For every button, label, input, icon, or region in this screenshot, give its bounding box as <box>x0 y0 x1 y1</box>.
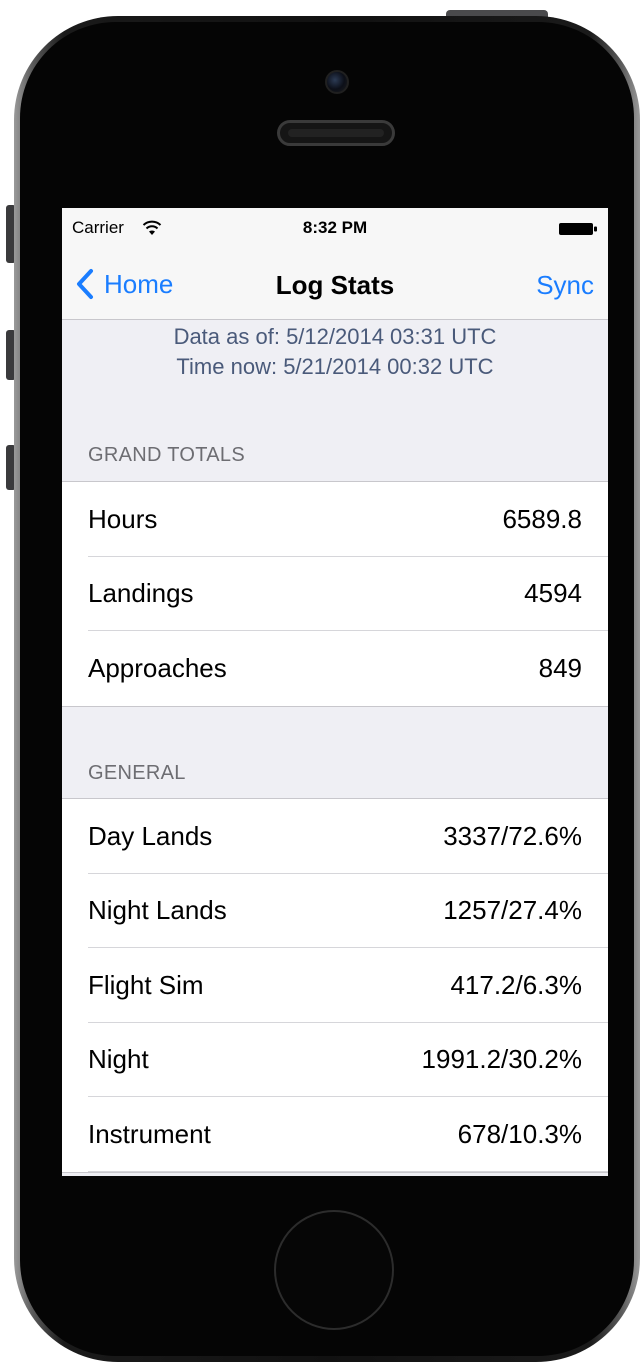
row-value: 1257/27.4% <box>443 895 582 926</box>
sync-button[interactable]: Sync <box>536 270 594 301</box>
grand-totals-group: Hours 6589.8 Landings 4594 Approaches 84… <box>62 481 608 707</box>
row-label: Night Lands <box>88 895 227 926</box>
table-row[interactable]: Flight Sim 417.2/6.3% <box>62 948 608 1023</box>
table-row[interactable]: Night Lands 1257/27.4% <box>62 874 608 949</box>
page-title: Log Stats <box>275 270 395 300</box>
row-label: Day Lands <box>88 820 213 851</box>
battery-icon <box>559 223 597 235</box>
earpiece-speaker <box>277 120 395 146</box>
front-camera <box>325 70 349 94</box>
row-value: 4594 <box>524 578 582 609</box>
data-timestamp-info: Data as of: 5/12/2014 03:31 UTC Time now… <box>62 322 608 382</box>
status-time: 8:32 PM <box>302 218 368 237</box>
row-value: 678/10.3% <box>457 1118 582 1149</box>
table-row[interactable]: Approaches 849 <box>62 631 608 706</box>
row-label: Landings <box>88 578 194 609</box>
row-label: Night <box>88 1044 149 1075</box>
table-row[interactable]: Landings 4594 <box>62 557 608 632</box>
row-label: Flight Sim <box>88 969 204 1000</box>
row-label: Instrument <box>88 1118 211 1149</box>
section-header-general: GENERAL <box>88 762 186 784</box>
row-value: 417.2/6.3% <box>450 969 582 1000</box>
row-value: 6589.8 <box>502 503 582 534</box>
data-as-of-text: Data as of: 5/12/2014 03:31 UTC <box>173 324 497 349</box>
home-button[interactable] <box>274 1210 394 1330</box>
table-row[interactable]: Instrument 678/10.3% <box>62 1097 608 1172</box>
general-group: Day Lands 3337/72.6% Night Lands 1257/27… <box>62 798 608 1173</box>
table-row[interactable]: Day Lands 3337/72.6% <box>62 799 608 874</box>
table-row[interactable]: Hours 6589.8 <box>62 482 608 557</box>
row-value: 1991.2/30.2% <box>421 1044 582 1075</box>
section-header-grand-totals: GRAND TOTALS <box>88 444 245 466</box>
table-row[interactable]: Night 1991.2/30.2% <box>62 1023 608 1098</box>
navigation-bar: Home Log Stats Sync <box>62 250 608 320</box>
row-value: 3337/72.6% <box>443 820 582 851</box>
status-bar: Carrier 8:32 PM <box>62 208 608 250</box>
row-label: Approaches <box>88 652 227 683</box>
time-now-text: Time now: 5/21/2014 00:32 UTC <box>176 354 494 379</box>
row-label: Hours <box>88 503 158 534</box>
device-frame: Carrier 8:32 PM Home Log Stats Sync Data… <box>0 0 644 1366</box>
row-value: 849 <box>538 652 582 683</box>
app-screen: Carrier 8:32 PM Home Log Stats Sync Data… <box>62 208 608 1176</box>
